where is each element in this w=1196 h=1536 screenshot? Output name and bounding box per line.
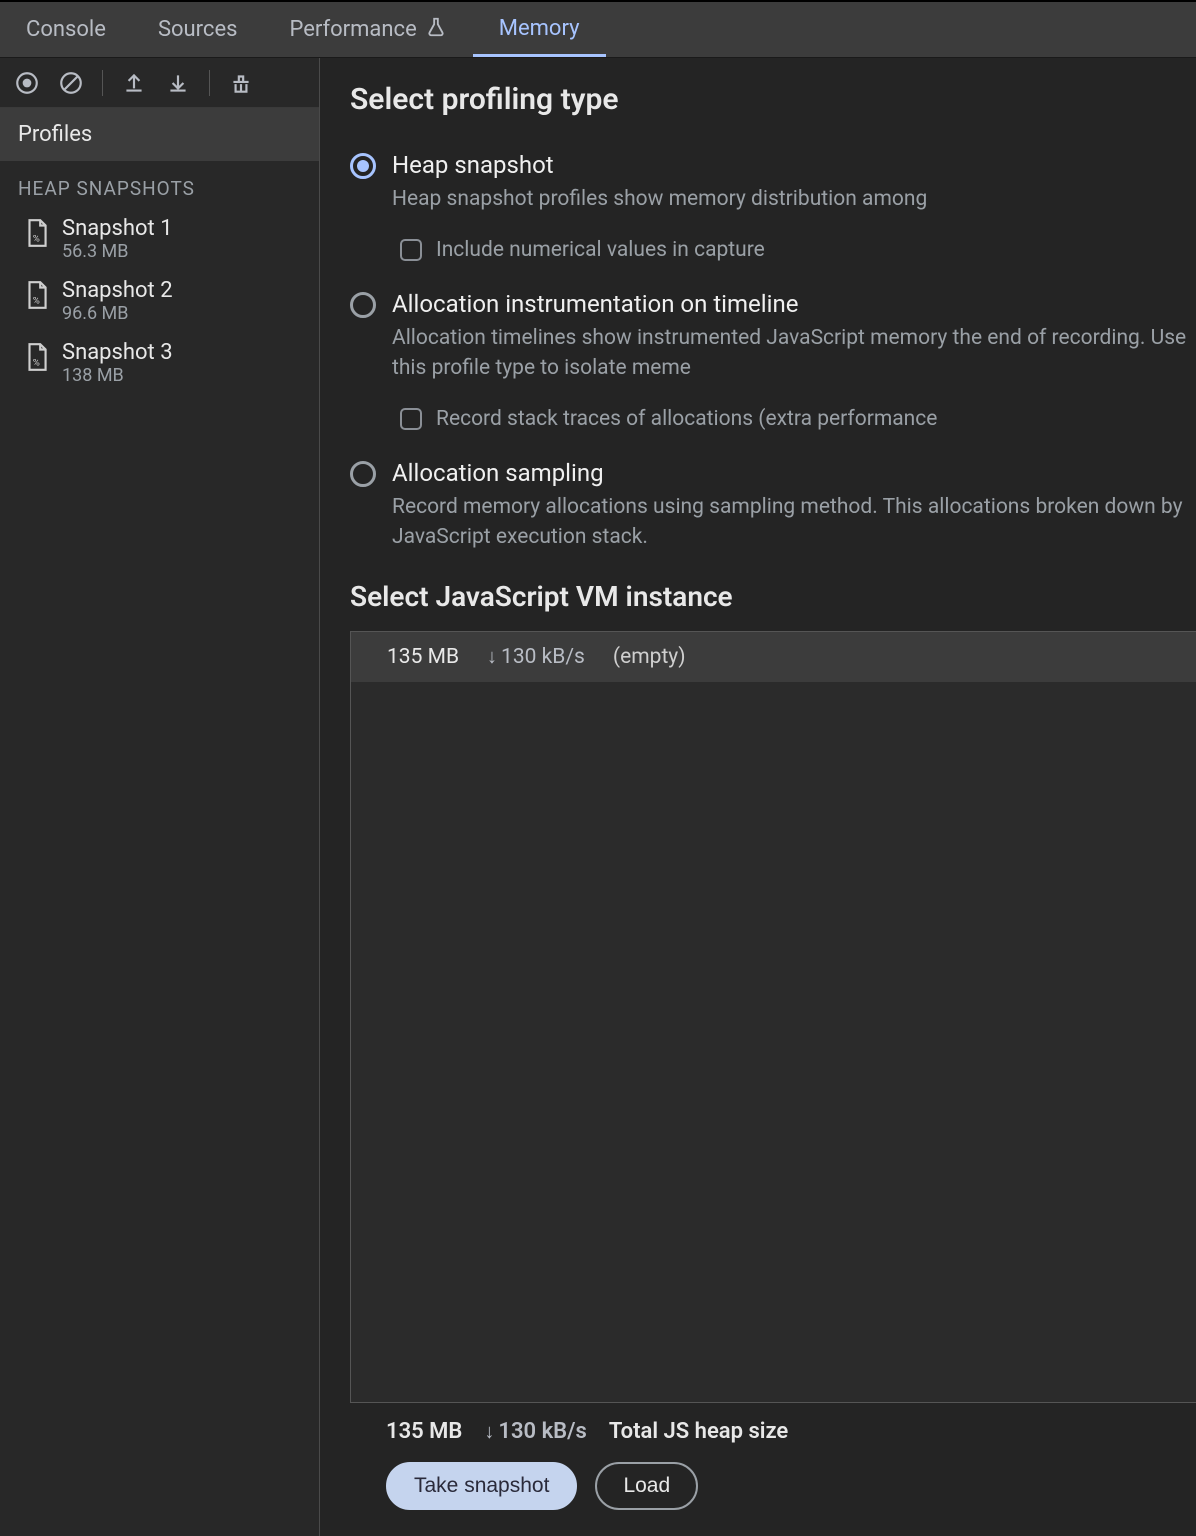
separator: [102, 70, 103, 96]
snapshot-size: 56.3 MB: [62, 241, 173, 262]
memory-footer: 135 MB ↓130 kB/s Total JS heap size Take…: [350, 1403, 1196, 1536]
devtools-tabbar: Console Sources Performance Memory: [0, 0, 1196, 58]
option-description: Heap snapshot profiles show memory distr…: [392, 185, 1196, 214]
option-allocation-timeline[interactable]: Allocation instrumentation on timeline A…: [350, 280, 1196, 387]
snapshot-name: Snapshot 1: [62, 216, 173, 241]
select-profiling-type-heading: Select profiling type: [350, 82, 1196, 117]
checkbox-icon[interactable]: [400, 239, 422, 261]
profiles-header[interactable]: Profiles: [0, 108, 319, 161]
vm-label: (empty): [613, 645, 686, 669]
snapshot-file-icon: %: [24, 342, 50, 372]
load-button[interactable]: Load: [595, 1462, 698, 1510]
vm-instance-row[interactable]: 135 MB ↓130 kB/s (empty): [351, 632, 1196, 682]
svg-text:%: %: [33, 358, 40, 369]
option-description: Allocation timelines show instrumented J…: [392, 324, 1196, 383]
tab-sources[interactable]: Sources: [132, 2, 264, 57]
radio-icon[interactable]: [350, 461, 376, 487]
gc-icon[interactable]: [228, 70, 254, 96]
tab-console[interactable]: Console: [0, 2, 132, 57]
vm-rate: ↓130 kB/s: [487, 644, 585, 669]
download-icon[interactable]: [165, 70, 191, 96]
option-title: Allocation sampling: [392, 459, 1196, 487]
record-icon[interactable]: [14, 70, 40, 96]
snapshot-size: 138 MB: [62, 365, 173, 386]
checkbox-label: Record stack traces of allocations (extr…: [436, 407, 937, 431]
profiles-sidebar: Profiles HEAP SNAPSHOTS % Snapshot 1 56.…: [0, 58, 320, 1536]
checkbox-icon[interactable]: [400, 408, 422, 430]
flask-icon: [425, 16, 447, 44]
checkbox-label: Include numerical values in capture: [436, 238, 765, 262]
snapshot-name: Snapshot 3: [62, 340, 173, 365]
select-vm-heading: Select JavaScript VM instance: [350, 580, 1196, 613]
heap-snapshots-label: HEAP SNAPSHOTS: [0, 161, 319, 210]
separator: [209, 70, 210, 96]
option-description: Record memory allocations using sampling…: [392, 493, 1196, 552]
record-stack-traces-checkbox-row[interactable]: Record stack traces of allocations (extr…: [400, 407, 1196, 431]
profiles-toolbar: [0, 58, 319, 108]
radio-icon[interactable]: [350, 153, 376, 179]
snapshot-item[interactable]: % Snapshot 3 138 MB: [0, 334, 319, 396]
option-heap-snapshot[interactable]: Heap snapshot Heap snapshot profiles sho…: [350, 141, 1196, 218]
upload-icon[interactable]: [121, 70, 147, 96]
tab-memory[interactable]: Memory: [473, 2, 606, 57]
take-snapshot-button[interactable]: Take snapshot: [386, 1462, 577, 1510]
total-heap-label: Total JS heap size: [609, 1419, 788, 1444]
memory-panel: Select profiling type Heap snapshot Heap…: [320, 58, 1196, 1536]
clear-icon[interactable]: [58, 70, 84, 96]
tab-performance[interactable]: Performance: [263, 2, 472, 57]
svg-text:%: %: [33, 234, 40, 245]
snapshot-name: Snapshot 2: [62, 278, 173, 303]
option-allocation-sampling[interactable]: Allocation sampling Record memory alloca…: [350, 449, 1196, 556]
option-title: Allocation instrumentation on timeline: [392, 290, 1196, 318]
snapshot-file-icon: %: [24, 280, 50, 310]
snapshot-file-icon: %: [24, 218, 50, 248]
snapshot-size: 96.6 MB: [62, 303, 173, 324]
svg-text:%: %: [33, 296, 40, 307]
vm-instance-list: 135 MB ↓130 kB/s (empty): [350, 631, 1196, 1403]
snapshot-item[interactable]: % Snapshot 1 56.3 MB: [0, 210, 319, 272]
down-arrow-icon: ↓: [487, 644, 497, 669]
snapshot-item[interactable]: % Snapshot 2 96.6 MB: [0, 272, 319, 334]
vm-size: 135 MB: [387, 645, 459, 669]
down-arrow-icon: ↓: [484, 1419, 494, 1444]
total-rate: ↓130 kB/s: [484, 1419, 586, 1444]
radio-icon[interactable]: [350, 292, 376, 318]
total-size: 135 MB: [386, 1419, 462, 1444]
option-title: Heap snapshot: [392, 151, 1196, 179]
include-numerical-checkbox-row[interactable]: Include numerical values in capture: [400, 238, 1196, 262]
